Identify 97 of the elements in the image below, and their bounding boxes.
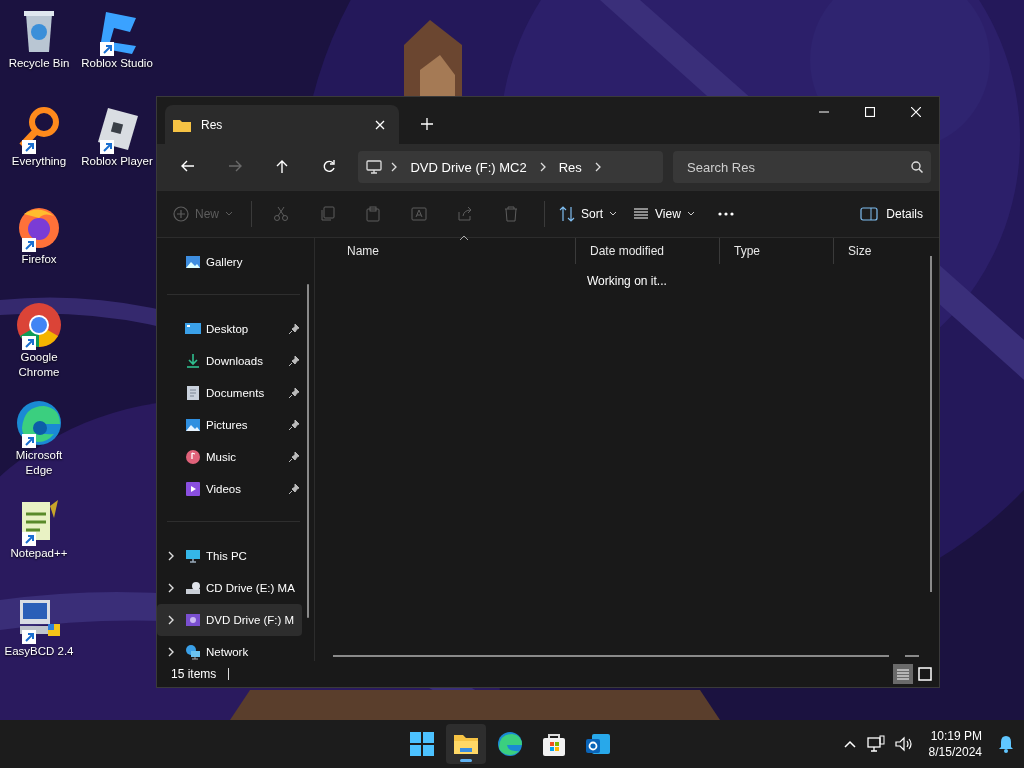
app-icon[interactable] xyxy=(14,398,64,448)
shortcut-arrow-icon xyxy=(100,42,114,56)
plus-icon xyxy=(421,118,433,130)
speaker-icon xyxy=(894,736,913,752)
caret-icon xyxy=(686,211,695,217)
network-button[interactable] xyxy=(866,735,885,753)
taskbar-app[interactable] xyxy=(446,724,486,764)
running-indicator xyxy=(460,759,472,762)
tab[interactable]: Res xyxy=(165,105,399,144)
rename-icon xyxy=(411,206,427,222)
breadcrumb-item[interactable]: DVD Drive (F:) MC2 xyxy=(406,159,531,175)
copy-icon xyxy=(319,206,335,222)
plus-circle-icon xyxy=(173,206,189,222)
pin-icon xyxy=(288,387,300,399)
column-header[interactable]: Name xyxy=(333,238,575,264)
icon-label[interactable]: EasyBCD 2.4 xyxy=(4,644,74,659)
pin-icon xyxy=(288,483,300,495)
chevron-icon xyxy=(593,162,602,172)
address-bar[interactable]: DVD Drive (F:) MC2 Res xyxy=(358,151,663,183)
sort-button[interactable]: Sort xyxy=(553,198,624,230)
shortcut-arrow-icon xyxy=(100,140,114,154)
icon-label[interactable]: Everything xyxy=(11,154,67,169)
icon-label[interactable]: Roblox Player xyxy=(81,154,153,169)
item-count: 15 items xyxy=(171,667,217,681)
pin-icon xyxy=(288,323,300,335)
arrow-icon xyxy=(181,160,196,174)
browser-icon xyxy=(496,730,524,758)
refresh-icon xyxy=(322,160,336,174)
loading-message: Working on it... xyxy=(587,274,667,288)
breadcrumb-item[interactable]: Res xyxy=(554,159,586,175)
search-icon xyxy=(911,161,923,173)
tiles-view-button[interactable] xyxy=(915,664,935,684)
sidebar-item[interactable]: Documents xyxy=(157,377,302,409)
clock-time[interactable]: 10:19 PM xyxy=(930,728,982,744)
sidebar-item[interactable]: DVD Drive (F:) M xyxy=(157,604,302,636)
sort-icon xyxy=(559,206,575,222)
app-icon[interactable] xyxy=(14,300,64,350)
panel-icon xyxy=(860,207,879,221)
clock-date[interactable]: 8/15/2024 xyxy=(928,744,982,760)
list-icon xyxy=(896,667,910,681)
volume-button[interactable] xyxy=(894,736,913,752)
sidebar-item[interactable]: Music xyxy=(157,441,302,473)
arrow-icon xyxy=(275,160,290,174)
maximize-icon xyxy=(865,107,875,117)
sidebar-item[interactable]: Desktop xyxy=(157,313,302,345)
pin-icon xyxy=(288,451,300,463)
close-icon xyxy=(375,119,385,130)
shortcut-arrow-icon xyxy=(22,532,36,546)
search-field[interactable]: Search Res xyxy=(673,151,931,183)
column-header[interactable]: Type xyxy=(719,238,833,264)
chevron-icon xyxy=(538,162,547,172)
shortcut-arrow-icon xyxy=(22,238,36,252)
sidebar-item[interactable]: Pictures xyxy=(157,409,302,441)
caret-icon xyxy=(225,211,233,217)
pin-icon xyxy=(288,419,300,431)
share-icon xyxy=(457,206,473,222)
scissors-icon xyxy=(273,206,289,222)
sidebar-item[interactable]: Videos xyxy=(157,473,302,505)
icon-label[interactable]: Notepad++ xyxy=(10,546,68,561)
arrow-icon xyxy=(228,160,243,174)
clipboard-icon xyxy=(365,206,381,222)
shortcut-arrow-icon xyxy=(22,630,36,644)
sidebar-item[interactable]: Network xyxy=(157,636,302,668)
sidebar-item[interactable]: This PC xyxy=(157,540,302,572)
icon-label[interactable]: Firefox xyxy=(21,252,57,267)
bell-icon xyxy=(998,735,1014,753)
caret-icon xyxy=(609,211,618,217)
notifications-button[interactable] xyxy=(998,735,1014,753)
scrollbar[interactable] xyxy=(333,655,889,657)
shortcut-arrow-icon xyxy=(22,336,36,350)
view-button[interactable]: View xyxy=(627,198,701,230)
close-icon xyxy=(911,107,921,117)
list-icon xyxy=(633,206,650,222)
icon-label[interactable]: Roblox Studio xyxy=(81,56,153,71)
sidebar-item[interactable]: Gallery xyxy=(157,246,302,278)
scrollbar[interactable] xyxy=(930,256,932,592)
sort-caret-icon xyxy=(459,235,469,241)
icon-label[interactable]: Recycle Bin xyxy=(8,56,70,71)
chevron-up-icon xyxy=(842,739,857,749)
sidebar-item[interactable]: CD Drive (E:) MA xyxy=(157,572,302,604)
column-header[interactable]: Size xyxy=(833,238,913,264)
icon-label[interactable]: Google Chrome xyxy=(1,350,77,380)
computer-icon xyxy=(366,160,383,174)
pin-icon xyxy=(288,355,300,367)
chevron-icon xyxy=(390,162,399,172)
network-icon xyxy=(866,735,885,753)
scrollbar[interactable] xyxy=(307,284,309,618)
icon-label[interactable]: Microsoft Edge xyxy=(1,448,77,478)
sidebar-item[interactable]: Downloads xyxy=(157,345,302,377)
show-hidden-icons-button[interactable] xyxy=(842,739,857,749)
windows-logo-icon xyxy=(408,730,436,758)
shortcut-arrow-icon xyxy=(22,434,36,448)
column-header[interactable]: Date modified xyxy=(575,238,719,264)
details-button[interactable]: Details xyxy=(854,198,929,230)
shortcut-arrow-icon xyxy=(22,140,36,154)
square-icon xyxy=(918,667,932,681)
trash-icon xyxy=(503,206,519,222)
